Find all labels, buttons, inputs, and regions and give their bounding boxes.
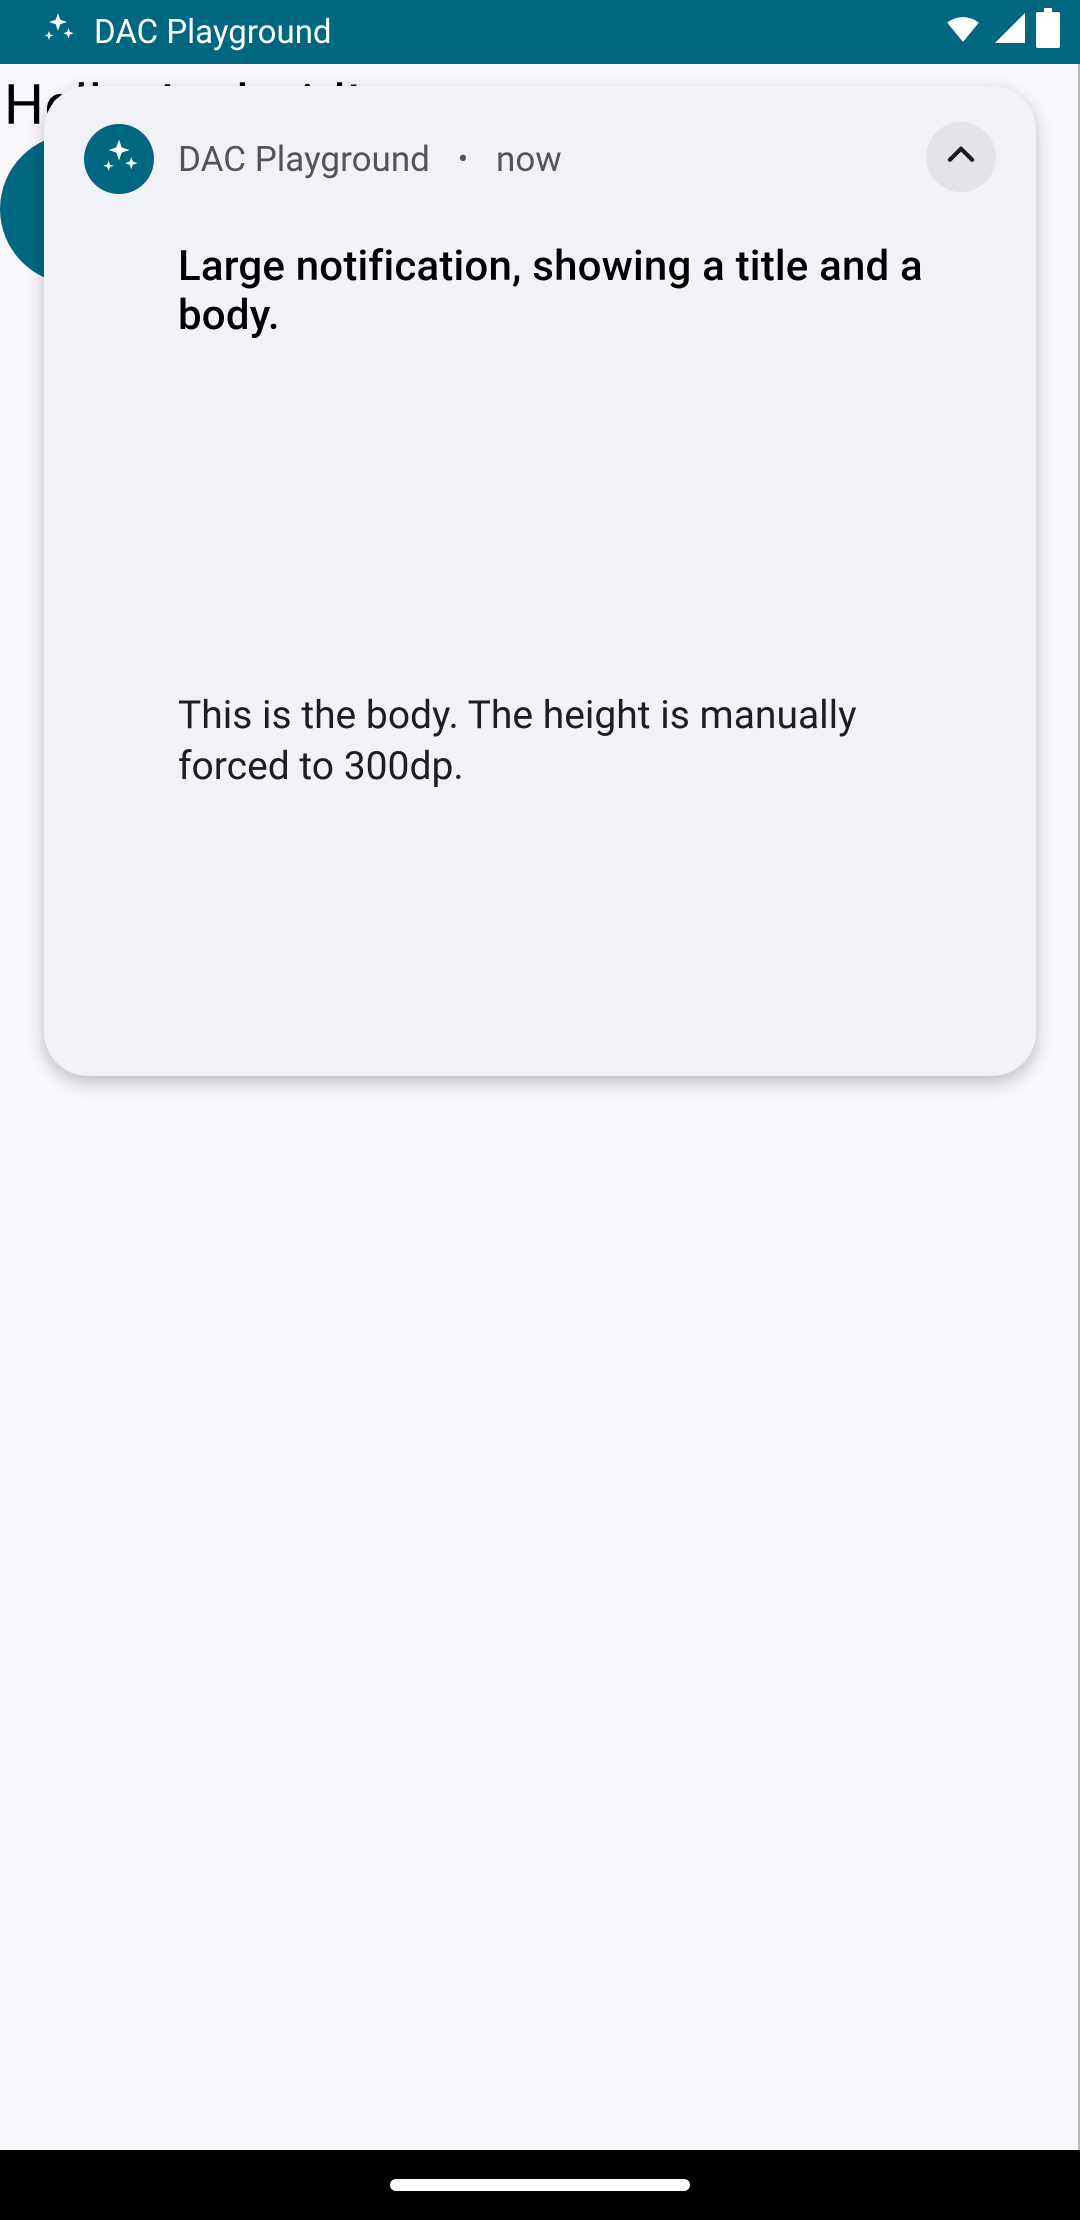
- status-bar-title: DAC Playground: [94, 13, 332, 52]
- notification-app-icon: [84, 124, 154, 194]
- sparkle-icon: [98, 136, 140, 182]
- notification-card[interactable]: DAC Playground • now Large notification,…: [44, 86, 1036, 1076]
- notification-header: DAC Playground • now: [84, 124, 996, 194]
- cell-signal-icon: [992, 10, 1028, 55]
- notification-time: now: [496, 139, 562, 180]
- status-bar-left: DAC Playground: [40, 10, 332, 55]
- battery-icon: [1036, 8, 1060, 57]
- collapse-button[interactable]: [926, 122, 996, 192]
- status-bar-right: [942, 0, 1060, 64]
- wifi-icon: [942, 7, 984, 58]
- chevron-up-icon: [942, 136, 980, 178]
- navigation-bar: [0, 2150, 1080, 2220]
- notification-title: Large notification, showing a title and …: [178, 242, 996, 340]
- notification-separator: •: [454, 142, 472, 177]
- sparkle-icon: [40, 10, 76, 55]
- status-bar: DAC Playground: [0, 0, 1080, 64]
- gesture-handle[interactable]: [390, 2179, 690, 2191]
- notification-app-name: DAC Playground: [178, 139, 430, 180]
- notification-body: This is the body. The height is manually…: [178, 690, 976, 793]
